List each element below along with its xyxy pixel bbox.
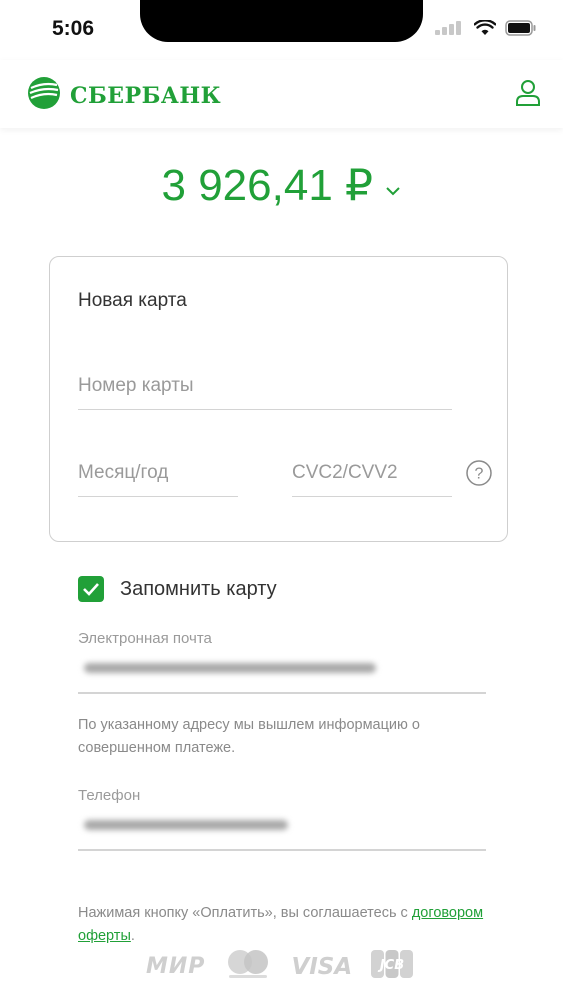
battery-icon (505, 20, 537, 36)
phone-value-blurred (84, 820, 288, 830)
cvc-input[interactable] (292, 462, 452, 497)
email-value-blurred (84, 663, 376, 673)
notch (140, 0, 423, 42)
app-header: СБЕРБАНК (0, 60, 563, 128)
help-icon[interactable]: ? (465, 459, 493, 492)
signal-icon (435, 21, 465, 35)
brand-name: СБЕРБАНК (70, 82, 222, 109)
status-bar: 5:06 (0, 0, 563, 60)
email-input[interactable] (78, 650, 486, 695)
email-label: Электронная почта (78, 630, 212, 647)
wifi-icon (474, 20, 496, 36)
payment-amount: 3 926,41 ₽ (161, 161, 374, 210)
payment-system-logos: МИР VISA JCB (146, 948, 414, 985)
amount-row[interactable]: 3 926,41 ₽ (0, 160, 563, 211)
email-note: По указанному адресу мы вышлем информаци… (78, 717, 420, 756)
mir-logo: МИР (146, 954, 206, 979)
profile-icon[interactable] (515, 78, 541, 113)
remember-card-label: Запомнить карту (120, 577, 277, 600)
new-card-form: Новая карта ? (49, 256, 508, 542)
svg-text:JCB: JCB (377, 958, 404, 973)
agreement-text: Нажимая кнопку «Оплатить», вы соглашаете… (78, 905, 484, 944)
jcb-logo: JCB (370, 948, 414, 985)
remember-card-row[interactable]: Запомнить карту (78, 576, 277, 602)
phone-label: Телефон (78, 787, 141, 804)
remember-card-checkbox[interactable] (78, 576, 104, 602)
expiry-input[interactable] (78, 462, 238, 497)
card-number-input[interactable] (78, 375, 452, 410)
sberbank-logo[interactable]: СБЕРБАНК (26, 75, 221, 116)
phone-input[interactable] (78, 808, 486, 852)
status-time: 5:06 (52, 17, 95, 40)
mastercard-logo (223, 948, 273, 985)
chevron-down-icon[interactable] (385, 183, 401, 201)
visa-logo: VISA (291, 953, 353, 980)
status-icons (435, 20, 537, 36)
card-form-title: Новая карта (78, 290, 187, 311)
svg-text:?: ? (475, 466, 484, 483)
sberbank-logo-icon (26, 75, 62, 116)
